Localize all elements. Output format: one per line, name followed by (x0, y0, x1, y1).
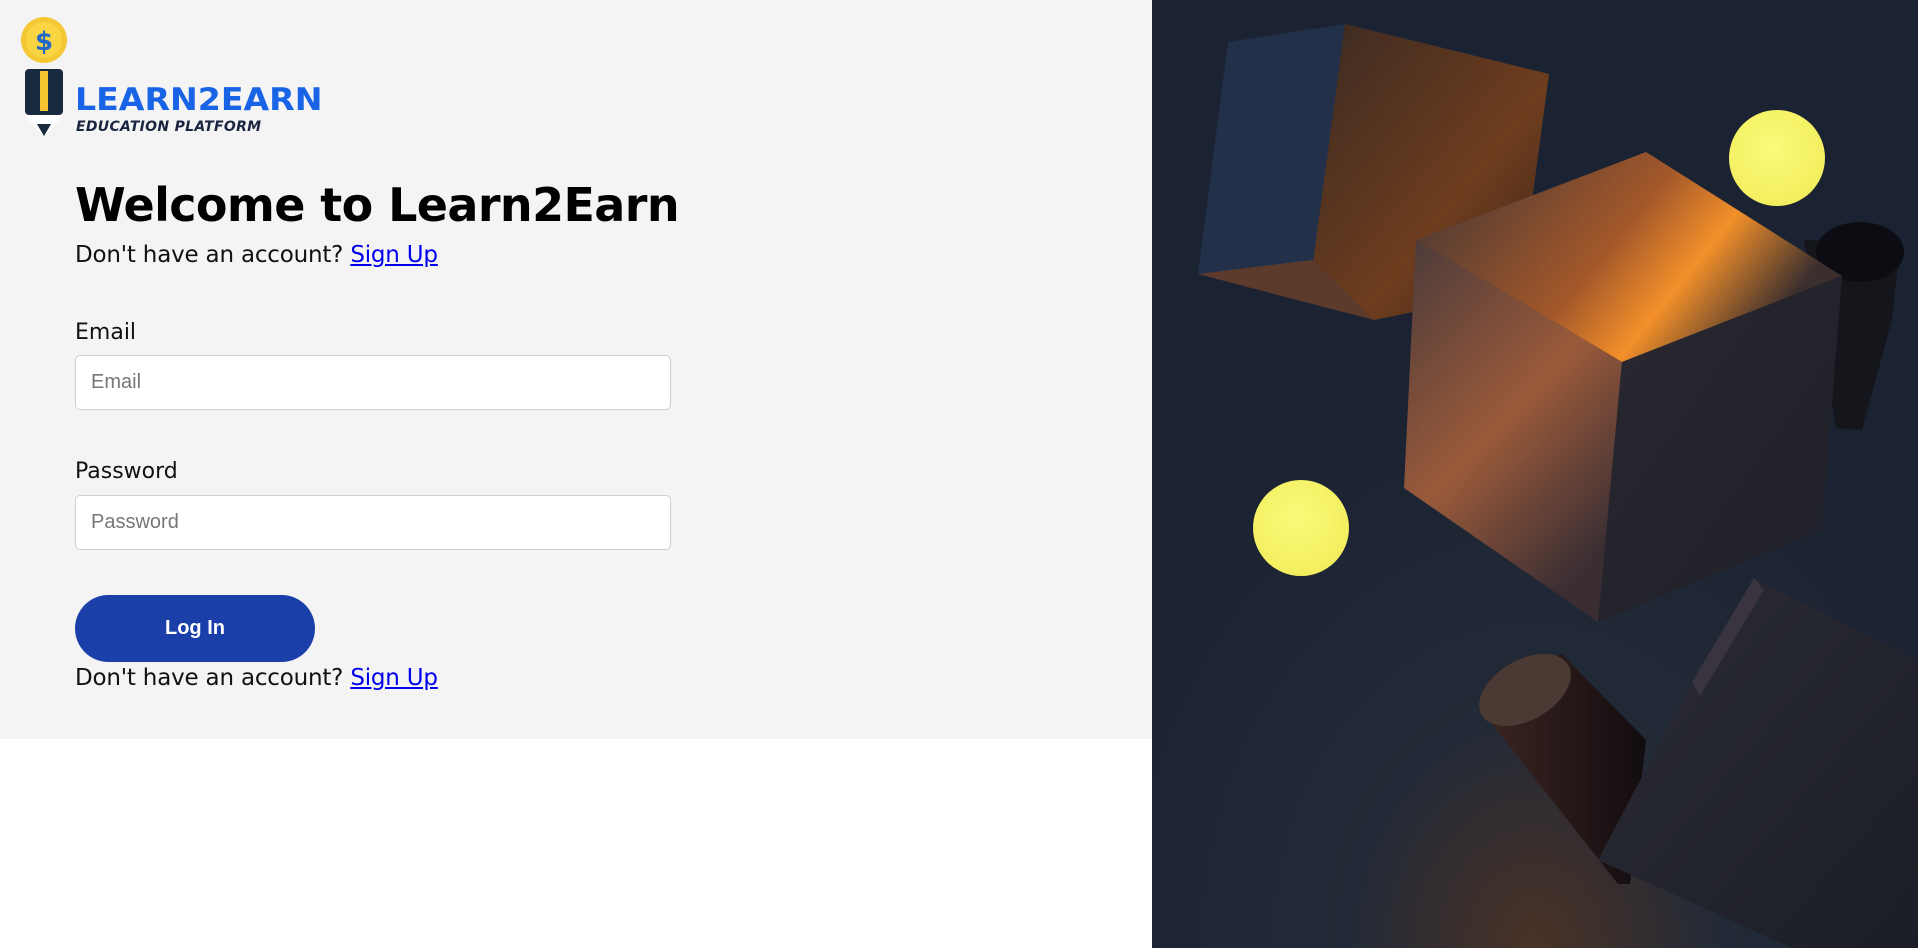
password-input[interactable] (75, 495, 671, 550)
login-button[interactable]: Log In (75, 595, 315, 662)
signup-prompt-top: Don't have an account? Sign Up (75, 242, 438, 270)
page-title: Welcome to Learn2Earn (75, 178, 680, 232)
hero-illustration (1152, 0, 1918, 948)
pencil-coin-icon: $ (21, 17, 67, 136)
signup-prompt-text: Don't have an account? (75, 665, 344, 691)
login-panel: $ LEARN2EARN EDUCATION PLATFORM Welcome … (0, 0, 1152, 739)
email-input[interactable] (75, 355, 671, 410)
password-label: Password (75, 459, 178, 484)
signup-link[interactable]: Sign Up (350, 665, 438, 691)
signup-link[interactable]: Sign Up (350, 242, 438, 268)
email-label: Email (75, 320, 137, 345)
learn2earn-logo[interactable]: $ LEARN2EARN EDUCATION PLATFORM (14, 14, 322, 139)
signup-prompt-text: Don't have an account? (75, 242, 344, 268)
coin-dollar-glyph: $ (35, 27, 53, 57)
brand-name: LEARN2EARN (75, 82, 323, 118)
abstract-cubes-image (1152, 0, 1918, 948)
signup-prompt-bottom: Don't have an account? Sign Up (75, 665, 438, 693)
brand-tagline: EDUCATION PLATFORM (76, 119, 262, 135)
